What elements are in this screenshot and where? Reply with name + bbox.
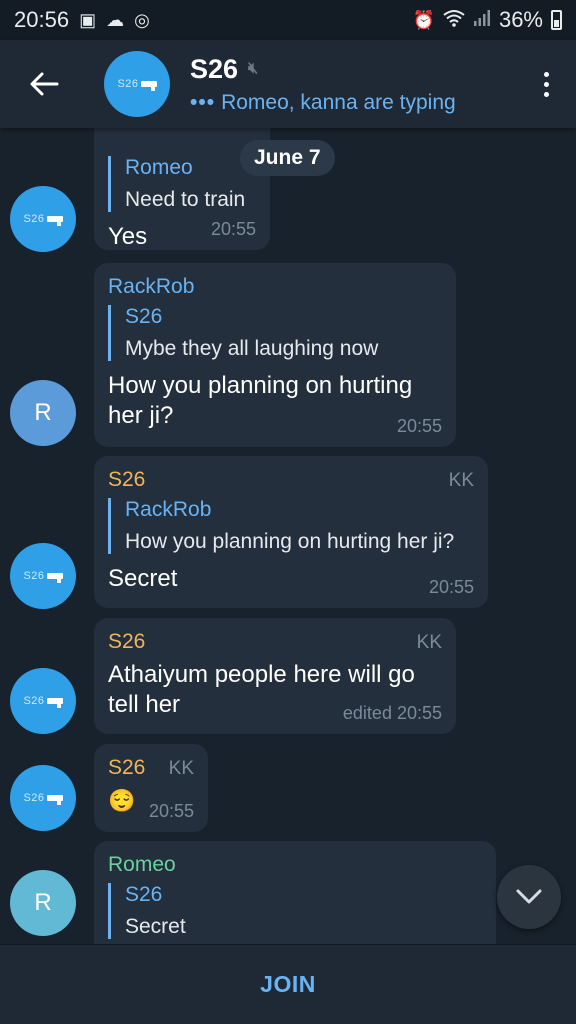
- message-time: 20:55: [428, 577, 474, 597]
- cloud-icon: ☁: [106, 9, 125, 30]
- chat-title-block[interactable]: S26 🔇︎ ••• Romeo, kanna are typing: [190, 54, 456, 115]
- s26-logo-icon: S26: [23, 213, 63, 226]
- member-tag: KK: [168, 758, 194, 779]
- message-time: 20:55: [210, 219, 256, 239]
- s26-logo-icon: S26: [23, 792, 63, 805]
- reply-sender: S26: [125, 305, 163, 328]
- sender-avatar[interactable]: S26: [10, 543, 76, 609]
- typing-text: Romeo, kanna are typing: [221, 90, 456, 114]
- chevron-down-icon: [516, 889, 542, 904]
- wifi-icon: [443, 9, 465, 32]
- message-bubble[interactable]: S26 KK RackRob How you planning on hurti…: [94, 456, 488, 608]
- more-options-button[interactable]: [516, 40, 576, 128]
- message-list[interactable]: Romeo Need to train Yes 20:55 June 7 S26…: [0, 128, 576, 944]
- sender-name[interactable]: RackRob: [108, 275, 442, 299]
- battery-icon: [551, 10, 562, 30]
- s26-logo-icon: S26: [23, 570, 63, 583]
- reply-text: How you planning on hurting her ji?: [125, 530, 455, 553]
- reply-text: Mybe they all laughing now: [125, 337, 379, 360]
- date-chip: June 7: [240, 140, 335, 176]
- sender-avatar[interactable]: S26: [10, 765, 76, 831]
- sender-avatar[interactable]: S26: [10, 186, 76, 252]
- message-time: edited 20:55: [342, 703, 442, 723]
- muted-icon: 🔇︎: [248, 60, 259, 77]
- status-time: 20:56: [14, 7, 70, 32]
- sender-name[interactable]: S26: [108, 630, 442, 654]
- image-icon: ▣: [79, 9, 97, 30]
- sender-name[interactable]: S26: [108, 468, 474, 492]
- reply-sender: RackRob: [125, 498, 212, 521]
- signal-icon: [473, 9, 491, 32]
- reply-sender: S26: [125, 883, 163, 906]
- message-bubble[interactable]: S26 KK 😌 20:55: [94, 744, 208, 832]
- reply-sender: Romeo: [125, 156, 193, 179]
- back-button[interactable]: [0, 40, 88, 128]
- reply-preview[interactable]: S26 Secret: [108, 883, 482, 939]
- alarm-icon: ⏰: [412, 9, 435, 30]
- scroll-down-button[interactable]: [497, 865, 561, 929]
- arrow-left-icon: [30, 72, 59, 96]
- sender-avatar[interactable]: S26: [10, 668, 76, 734]
- chat-header: S26 S26 🔇︎ ••• Romeo, kanna are typing: [0, 40, 576, 128]
- member-tag: KK: [448, 470, 474, 491]
- status-bar: 20:56 ▣ ☁ ◎ ⏰ 36%: [0, 0, 576, 40]
- reply-preview[interactable]: Romeo Need to train: [108, 156, 256, 212]
- message-time: 20:55: [396, 416, 442, 436]
- s26-logo-icon: S26: [117, 78, 157, 91]
- chat-title: S26: [190, 53, 239, 84]
- reply-text: Need to train: [125, 188, 246, 211]
- reply-text: Secret: [125, 915, 186, 938]
- s26-logo-icon: S26: [23, 695, 63, 708]
- typing-status: ••• Romeo, kanna are typing: [190, 91, 456, 115]
- sender-avatar[interactable]: R: [10, 870, 76, 936]
- message-time: 20:55: [148, 801, 194, 821]
- message-bubble[interactable]: RackRob S26 Mybe they all laughing now H…: [94, 263, 456, 447]
- reply-preview[interactable]: RackRob How you planning on hurting her …: [108, 498, 474, 554]
- more-vert-icon: [543, 71, 549, 97]
- message-text: Secret: [108, 565, 178, 592]
- whatsapp-icon: ◎: [134, 9, 150, 30]
- chat-avatar[interactable]: S26: [104, 51, 170, 117]
- message-bubble[interactable]: Romeo S26 Secret: [94, 841, 496, 944]
- message-text: How you planning on hurting her ji?: [108, 372, 413, 429]
- sender-name[interactable]: Romeo: [108, 853, 482, 877]
- member-tag: KK: [416, 632, 442, 653]
- join-button[interactable]: JOIN: [260, 971, 316, 998]
- sender-avatar[interactable]: R: [10, 380, 76, 446]
- message-bubble[interactable]: S26 KK Athaiyum people here will go tell…: [94, 618, 456, 734]
- sender-name[interactable]: S26: [108, 756, 145, 780]
- bottom-bar: JOIN: [0, 944, 576, 1024]
- reply-preview[interactable]: S26 Mybe they all laughing now: [108, 305, 442, 361]
- battery-percent: 36%: [498, 7, 543, 32]
- typing-dots-icon: •••: [190, 90, 216, 114]
